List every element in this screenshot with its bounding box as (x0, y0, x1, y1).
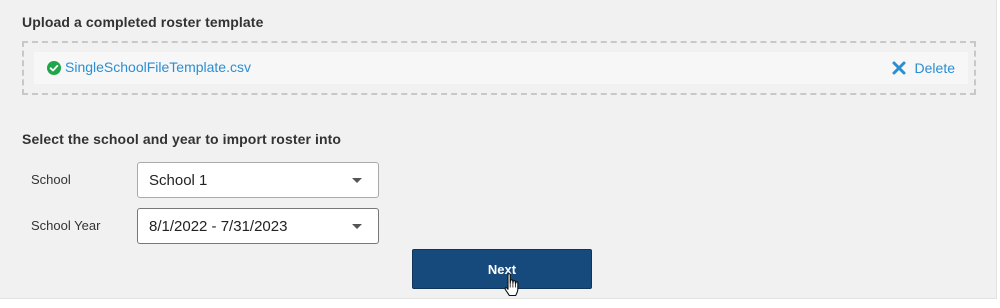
chevron-down-icon (352, 224, 362, 229)
next-button[interactable]: Next (412, 249, 592, 289)
school-year-select[interactable]: 8/1/2022 - 7/31/2023 (137, 208, 379, 244)
school-label: School (31, 172, 71, 187)
school-select-value: School 1 (149, 172, 208, 189)
school-year-select-value: 8/1/2022 - 7/31/2023 (149, 218, 288, 235)
chevron-down-icon (352, 178, 362, 183)
uploaded-file-row: SingleSchoolFileTemplate.csv Delete (34, 52, 968, 84)
close-icon (892, 61, 906, 75)
school-select[interactable]: School 1 (137, 162, 379, 198)
import-target-heading: Select the school and year to import ros… (22, 131, 342, 147)
school-year-label: School Year (31, 218, 101, 233)
uploaded-file-link[interactable]: SingleSchoolFileTemplate.csv (65, 59, 251, 75)
file-dropzone[interactable]: SingleSchoolFileTemplate.csv Delete (22, 41, 976, 95)
delete-file-button[interactable]: Delete (891, 58, 955, 78)
hand-pointer-cursor-icon (504, 273, 519, 297)
upload-heading: Upload a completed roster template (22, 14, 264, 30)
check-circle-icon (47, 61, 61, 75)
delete-label: Delete (914, 60, 955, 76)
roster-upload-panel: Upload a completed roster template Singl… (0, 0, 997, 299)
